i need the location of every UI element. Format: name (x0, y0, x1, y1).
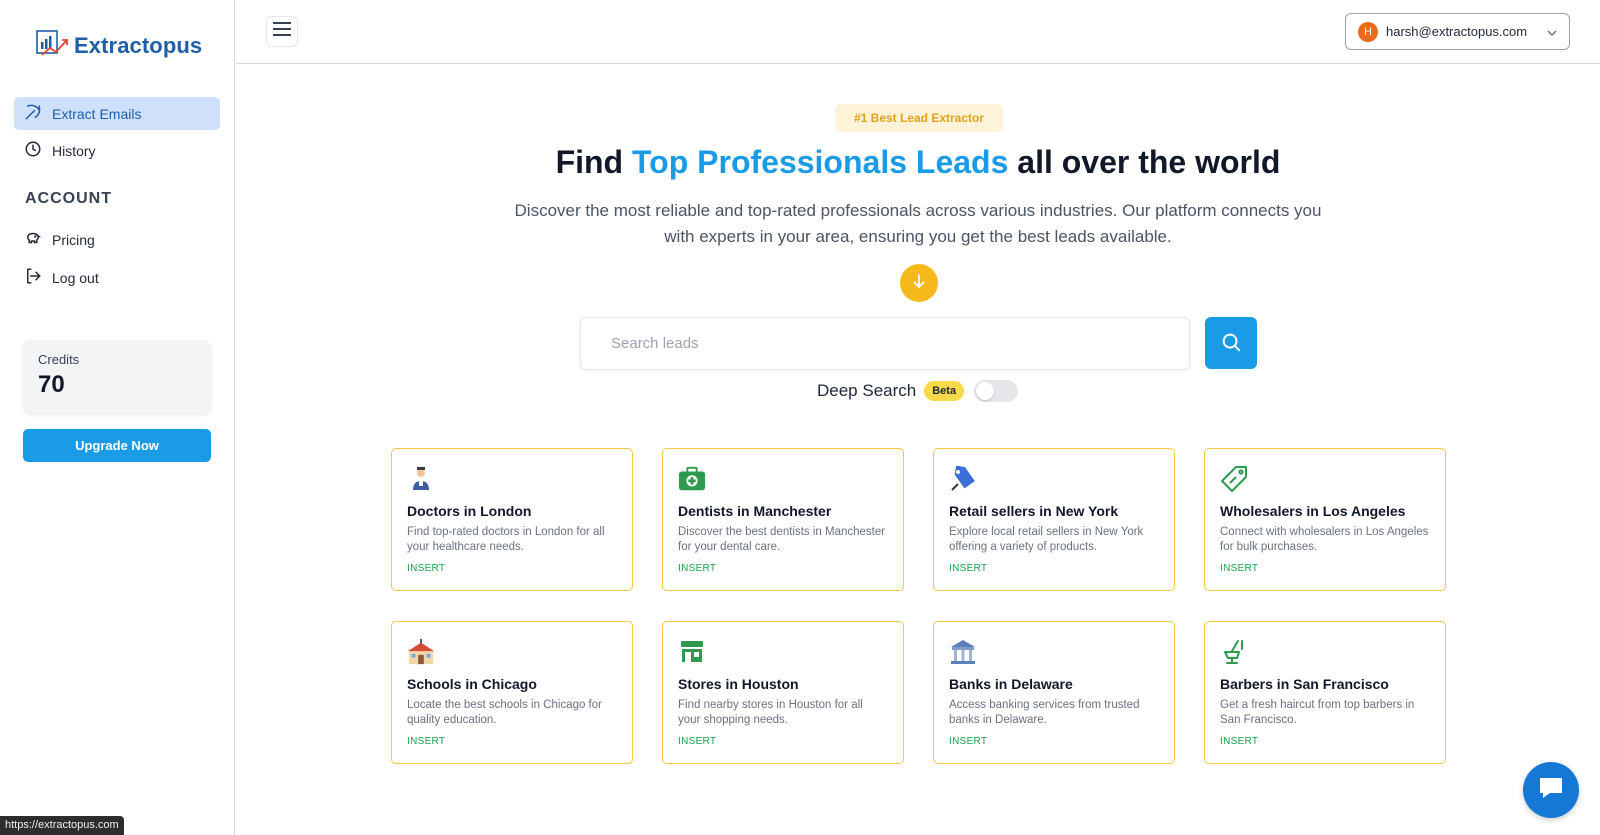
chat-bubble-icon (1537, 775, 1565, 806)
clock-icon (24, 140, 42, 161)
credits-panel: Credits 70 (23, 340, 211, 413)
sidebar: Extractopus Extract Emails History ACCOU… (0, 0, 235, 835)
chevron-down-icon (1547, 23, 1557, 41)
lead-card-doctors[interactable]: Doctors in London Find top-rated doctors… (391, 448, 633, 591)
sidebar-item-history[interactable]: History (14, 134, 220, 167)
search-icon (1220, 331, 1242, 356)
headline-pre: Find (555, 144, 632, 180)
avatar: H (1358, 21, 1378, 42)
account-heading: ACCOUNT (25, 190, 112, 207)
barber-chair-icon (1220, 638, 1248, 666)
credits-label: Credits (38, 352, 80, 367)
page-title: Find Top Professionals Leads all over th… (236, 144, 1600, 181)
hamburger-icon (273, 22, 291, 41)
user-email: harsh@extractopus.com (1386, 24, 1528, 39)
sidebar-item-extract-emails[interactable]: Extract Emails (14, 97, 220, 130)
search-button[interactable] (1205, 317, 1257, 369)
deep-search-row: Deep Search Beta (817, 380, 1019, 402)
lead-card-banks[interactable]: Banks in Delaware Access banking service… (933, 621, 1175, 764)
card-title: Doctors in London (407, 503, 532, 519)
card-description: Discover the best dentists in Manchester… (678, 526, 886, 553)
headline-post: all over the world (1008, 144, 1281, 180)
lead-card-wholesalers[interactable]: Wholesalers in Los Angeles Connect with … (1204, 448, 1446, 591)
card-description: Connect with wholesalers in Los Angeles … (1220, 526, 1429, 553)
school-icon (407, 638, 435, 666)
card-insert-action[interactable]: INSERT (1220, 563, 1430, 574)
card-description: Locate the best schools in Chicago for q… (407, 699, 602, 726)
sidebar-item-label: Log out (52, 269, 99, 286)
arrow-down-icon (910, 272, 928, 295)
credits-value: 70 (38, 371, 65, 398)
card-title: Dentists in Manchester (678, 503, 832, 519)
card-insert-action[interactable]: INSERT (1220, 736, 1430, 747)
chat-widget-button[interactable] (1523, 762, 1579, 818)
deep-search-label: Deep Search (817, 381, 917, 400)
search-input[interactable] (580, 317, 1190, 370)
logo[interactable]: Extractopus (36, 28, 202, 63)
pickaxe-icon (24, 103, 42, 124)
store-icon (678, 638, 706, 666)
card-insert-action[interactable]: INSERT (678, 736, 888, 747)
lead-card-barbers[interactable]: Barbers in San Francisco Get a fresh hai… (1204, 621, 1446, 764)
card-title: Schools in Chicago (407, 676, 537, 692)
top-bar: H harsh@extractopus.com (236, 0, 1600, 64)
lead-card-dentists[interactable]: Dentists in Manchester Discover the best… (662, 448, 904, 591)
sidebar-item-logout[interactable]: Log out (14, 261, 220, 294)
lead-card-retail[interactable]: Retail sellers in New York Explore local… (933, 448, 1175, 591)
card-description: Explore local retail sellers in New York… (949, 526, 1144, 553)
piggy-bank-icon (24, 229, 42, 250)
sidebar-item-label: History (52, 142, 96, 159)
card-description: Find top-rated doctors in London for all… (407, 526, 605, 553)
card-description: Find nearby stores in Houston for all yo… (678, 699, 863, 726)
card-description: Access banking services from trusted ban… (949, 699, 1140, 726)
card-insert-action[interactable]: INSERT (949, 736, 1159, 747)
app-name: Extractopus (74, 32, 203, 58)
card-insert-action[interactable]: INSERT (678, 563, 888, 574)
sidebar-item-label: Extract Emails (52, 105, 142, 122)
logout-icon (24, 267, 42, 288)
menu-button[interactable] (266, 16, 298, 47)
card-description: Get a fresh haircut from top barbers in … (1220, 699, 1415, 726)
doctor-icon (407, 465, 435, 493)
chart-logo-icon (36, 28, 70, 63)
best-badge: #1 Best Lead Extractor (835, 104, 1003, 132)
card-title: Barbers in San Francisco (1220, 676, 1389, 692)
card-insert-action[interactable]: INSERT (407, 563, 617, 574)
card-insert-action[interactable]: INSERT (949, 563, 1159, 574)
sidebar-item-pricing[interactable]: Pricing (14, 223, 220, 256)
deep-search-toggle[interactable] (974, 380, 1019, 402)
upgrade-button[interactable]: Upgrade Now (23, 429, 211, 462)
medical-kit-icon (678, 465, 706, 493)
price-tag-icon (949, 465, 977, 493)
card-title: Banks in Delaware (949, 676, 1073, 692)
lead-card-stores[interactable]: Stores in Houston Find nearby stores in … (662, 621, 904, 764)
card-insert-action[interactable]: INSERT (407, 736, 617, 747)
sidebar-item-label: Pricing (52, 231, 95, 248)
status-bar-url: https://extractopus.com (0, 816, 124, 835)
card-title: Wholesalers in Los Angeles (1220, 503, 1406, 519)
card-title: Stores in Houston (678, 676, 799, 692)
beta-badge: Beta (924, 381, 965, 401)
discount-tag-icon (1220, 465, 1248, 493)
hero-subtext: Discover the most reliable and top-rated… (514, 201, 1322, 246)
headline-highlight: Top Professionals Leads (631, 144, 1009, 180)
lead-card-schools[interactable]: Schools in Chicago Locate the best schoo… (391, 621, 633, 764)
bank-icon (949, 638, 977, 666)
card-title: Retail sellers in New York (949, 503, 1119, 519)
user-menu-button[interactable]: H harsh@extractopus.com (1345, 13, 1570, 50)
scroll-down-button[interactable] (900, 264, 938, 302)
